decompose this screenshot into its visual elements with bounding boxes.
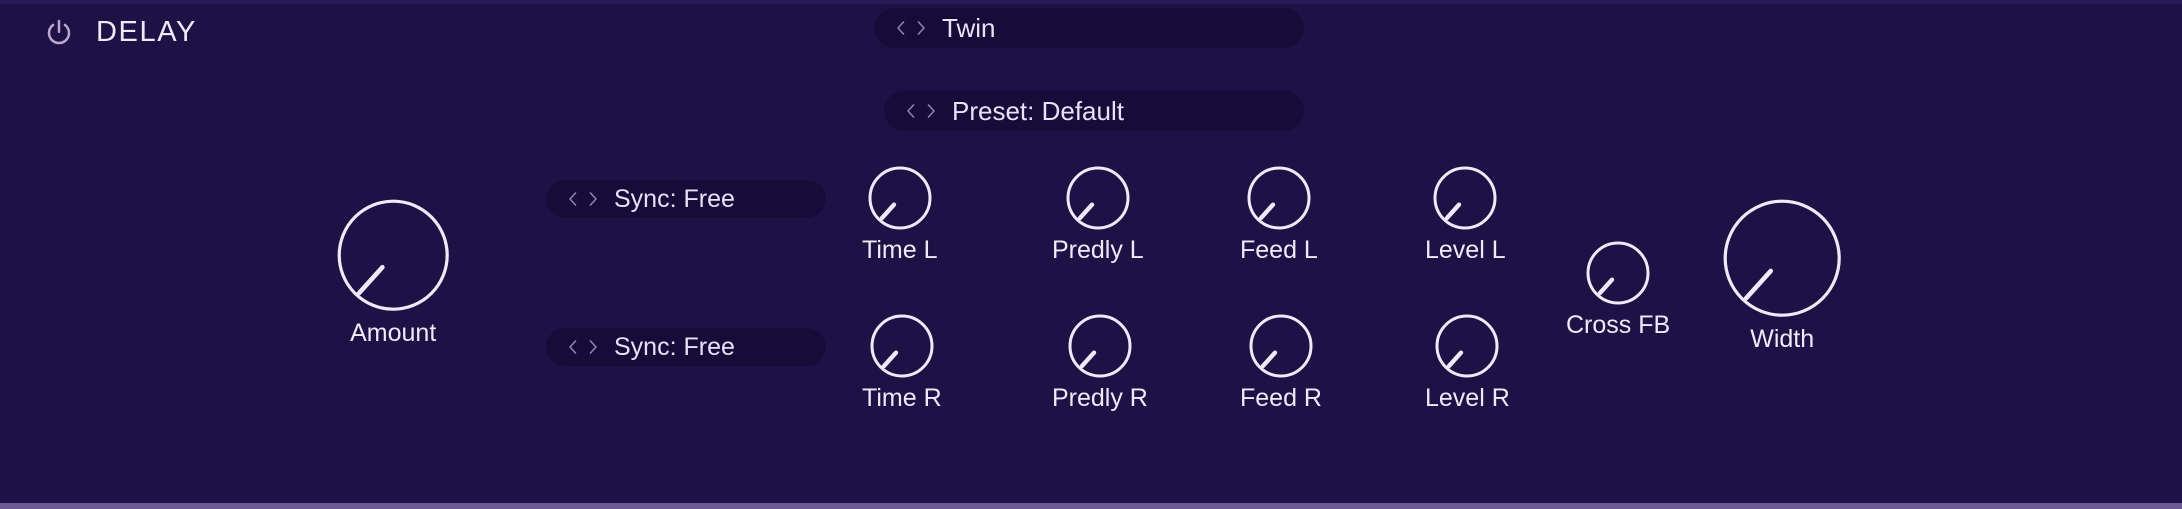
module-header: DELAY: [44, 16, 197, 49]
knob-predly-l-dial[interactable]: [1065, 165, 1131, 231]
knob-level-r-label: Level R: [1425, 384, 1510, 412]
knob-feed-r[interactable]: Feed R: [1240, 313, 1322, 411]
sync-right-selector-value: Sync: Free: [614, 332, 735, 361]
knob-time-r-dial[interactable]: [869, 313, 935, 379]
chevron-right-icon[interactable]: [586, 189, 600, 209]
knob-width-dial[interactable]: [1722, 198, 1842, 318]
knob-level-r-dial[interactable]: [1434, 313, 1500, 379]
power-icon[interactable]: [44, 18, 74, 48]
preset-selector-arrows: [904, 101, 938, 121]
knob-feed-l-dial[interactable]: [1246, 165, 1312, 231]
knob-feed-r-dial[interactable]: [1248, 313, 1314, 379]
knob-time-r-label: Time R: [862, 384, 942, 412]
knob-cross-fb-label: Cross FB: [1566, 311, 1671, 339]
knob-feed-l-label: Feed L: [1240, 236, 1318, 264]
knob-amount-dial[interactable]: [336, 198, 450, 312]
knob-amount[interactable]: Amount: [336, 198, 450, 347]
chevron-left-icon[interactable]: [894, 18, 908, 38]
sync-left-selector-arrows: [566, 189, 600, 209]
knob-time-l[interactable]: Time L: [862, 165, 937, 263]
knob-level-l[interactable]: Level L: [1425, 165, 1506, 263]
knob-level-l-dial[interactable]: [1432, 165, 1498, 231]
knob-feed-l[interactable]: Feed L: [1240, 165, 1318, 263]
knob-time-l-label: Time L: [862, 236, 938, 264]
sync-right-selector[interactable]: Sync: Free: [546, 328, 826, 366]
preset-selector[interactable]: Preset: Default: [884, 91, 1304, 131]
knob-level-l-label: Level L: [1425, 236, 1506, 264]
chevron-right-icon[interactable]: [924, 101, 938, 121]
sync-left-selector[interactable]: Sync: Free: [546, 180, 826, 218]
top-rail: [0, 0, 2182, 4]
algorithm-selector-arrows: [894, 18, 928, 38]
chevron-right-icon[interactable]: [586, 337, 600, 357]
bottom-rail: [0, 503, 2182, 509]
algorithm-selector-value: Twin: [942, 12, 996, 43]
knob-amount-label: Amount: [350, 319, 437, 348]
sync-right-selector-arrows: [566, 337, 600, 357]
knob-time-l-dial[interactable]: [867, 165, 933, 231]
knob-width[interactable]: Width: [1722, 198, 1842, 353]
knob-cross-fb[interactable]: Cross FB: [1566, 240, 1670, 338]
sync-left-selector-value: Sync: Free: [614, 184, 735, 213]
knob-cross-fb-dial[interactable]: [1585, 240, 1651, 306]
chevron-left-icon[interactable]: [566, 189, 580, 209]
knob-level-r[interactable]: Level R: [1425, 313, 1510, 411]
page-title: DELAY: [96, 16, 197, 48]
knob-predly-r-label: Predly R: [1052, 384, 1148, 412]
chevron-right-icon[interactable]: [914, 18, 928, 38]
preset-selector-value: Preset: Default: [952, 95, 1124, 126]
knob-time-r[interactable]: Time R: [862, 313, 942, 411]
delay-module-panel: DELAY Twin Preset: Default Sync: Free Sy…: [0, 0, 2182, 509]
chevron-left-icon[interactable]: [566, 337, 580, 357]
knob-predly-r[interactable]: Predly R: [1052, 313, 1148, 411]
algorithm-selector[interactable]: Twin: [874, 8, 1304, 48]
knob-predly-l[interactable]: Predly L: [1052, 165, 1144, 263]
chevron-left-icon[interactable]: [904, 101, 918, 121]
knob-width-label: Width: [1750, 325, 1815, 354]
knob-feed-r-label: Feed R: [1240, 384, 1322, 412]
knob-predly-r-dial[interactable]: [1067, 313, 1133, 379]
knob-predly-l-label: Predly L: [1052, 236, 1144, 264]
